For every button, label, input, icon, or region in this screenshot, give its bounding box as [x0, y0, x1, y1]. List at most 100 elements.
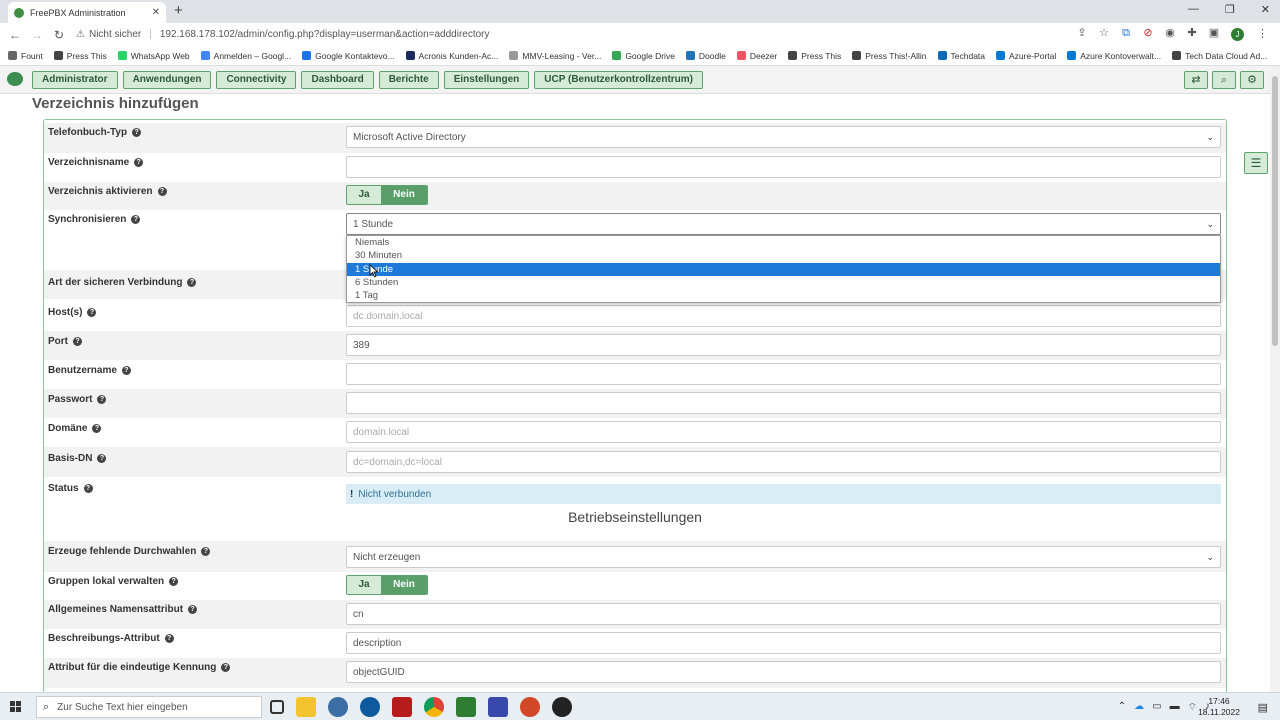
folder-tray-icon[interactable]: ▬ [1170, 701, 1180, 714]
close-tab-icon[interactable]: ✕ [152, 7, 160, 18]
puzzle-icon[interactable]: ✚ [1186, 27, 1198, 39]
freepbx-logo-icon[interactable] [7, 72, 23, 86]
page-scrollbar[interactable] [1270, 66, 1280, 692]
help-icon[interactable]: ? [188, 605, 198, 614]
close-window-icon[interactable]: ✕ [1261, 3, 1270, 16]
bookmark-item[interactable]: Azure-Portal [996, 51, 1056, 61]
bookmark-item[interactable]: Azure Kontoverwalt... [1067, 51, 1161, 61]
desc-attr-input[interactable]: description [346, 632, 1221, 654]
bookmark-item[interactable]: Doodle [685, 51, 726, 61]
reload-icon[interactable]: ↻ [48, 28, 70, 42]
nav-einstellungen[interactable]: Einstellungen [443, 71, 530, 89]
recorder-icon[interactable] [552, 697, 572, 717]
taskbar-search-input[interactable]: ⌕ Zur Suche Text hier eingeben [36, 696, 262, 718]
directory-enable-yes[interactable]: Ja [347, 186, 381, 204]
chrome-icon[interactable] [424, 697, 444, 717]
bookmark-item[interactable]: Fount [8, 51, 43, 61]
nav-ucp[interactable]: UCP (Benutzerkontrollzentrum) [534, 71, 703, 89]
create-missing-select[interactable]: Nicht erzeugen ⌄ [346, 546, 1221, 568]
bookmark-item[interactable]: MMV-Leasing - Ver... [509, 51, 601, 61]
help-icon[interactable]: ? [121, 366, 131, 375]
remote-desktop-icon[interactable] [488, 697, 508, 717]
help-icon[interactable]: ? [187, 278, 197, 287]
share-icon[interactable]: ⇪ [1076, 27, 1088, 39]
spreadsheet-icon[interactable] [456, 697, 476, 717]
nav-anwendungen[interactable]: Anwendungen [122, 71, 212, 89]
browser-tab[interactable]: FreePBX Administration ✕ [8, 2, 166, 23]
phonebook-type-select[interactable]: Microsoft Active Directory ⌄ [346, 126, 1221, 148]
help-icon[interactable]: ? [87, 308, 97, 317]
sync-option[interactable]: 1 Tag [347, 289, 1220, 302]
directory-name-input[interactable] [346, 156, 1221, 178]
new-tab-button[interactable]: + [174, 2, 183, 19]
scrollbar-thumb[interactable] [1272, 76, 1278, 346]
uid-attr-input[interactable]: objectGUID [346, 661, 1221, 683]
password-input[interactable] [346, 392, 1221, 414]
bookmark-item[interactable]: Acronis Kunden-Ac... [405, 51, 498, 61]
bookmark-item[interactable]: Anmelden – Googl... [200, 51, 291, 61]
browser-menu-icon[interactable]: ⋮ [1257, 27, 1268, 40]
help-icon[interactable]: ? [157, 187, 167, 196]
search-icon[interactable]: ⌕ [1212, 71, 1236, 89]
username-input[interactable] [346, 363, 1221, 385]
notification-icon[interactable]: ▤ [1258, 701, 1268, 714]
help-icon[interactable]: ? [164, 634, 174, 643]
teamviewer-icon[interactable] [360, 697, 380, 717]
groups-local-no[interactable]: Nein [381, 576, 427, 594]
base-dn-input[interactable]: dc=domain,dc=local [346, 451, 1221, 473]
stop-extension-icon[interactable]: ⊘ [1142, 27, 1154, 39]
url-input[interactable]: ⚠ Nicht sicher | 192.168.178.102/admin/c… [76, 25, 1076, 44]
help-icon[interactable]: ? [92, 424, 102, 433]
minimize-icon[interactable]: — [1188, 3, 1199, 16]
translate-icon[interactable]: ⧉ [1120, 27, 1132, 39]
taskbar-clock[interactable]: 17:46 18.11.2022 [1198, 696, 1240, 718]
bookmark-item[interactable]: Press This [788, 51, 841, 61]
chevron-up-icon[interactable]: ⌃ [1118, 701, 1126, 714]
maximize-icon[interactable]: ❐ [1225, 3, 1235, 16]
list-icon[interactable]: ☰ [1244, 152, 1268, 174]
forward-icon[interactable]: → [26, 28, 48, 42]
bookmark-item[interactable]: Techdata [937, 51, 985, 61]
bookmark-item[interactable]: WhatsApp Web [117, 51, 190, 61]
bookmark-item[interactable]: Deezer [736, 51, 777, 61]
nav-dashboard[interactable]: Dashboard [301, 71, 374, 89]
help-icon[interactable]: ? [73, 337, 82, 346]
powerpoint-icon[interactable] [520, 697, 540, 717]
help-icon[interactable]: ? [131, 215, 141, 224]
directory-enable-no[interactable]: Nein [381, 186, 427, 204]
port-input[interactable]: 389 [346, 334, 1221, 356]
help-icon[interactable]: ? [169, 577, 179, 586]
help-icon[interactable]: ? [97, 395, 107, 404]
app-icon[interactable] [392, 697, 412, 717]
network-icon[interactable]: ▭ [1152, 701, 1161, 714]
profile-avatar[interactable]: J [1231, 28, 1244, 41]
wifi-icon[interactable]: ⌔ [1188, 701, 1197, 714]
hosts-input[interactable]: dc.domain.local [346, 305, 1221, 327]
nav-berichte[interactable]: Berichte [378, 71, 439, 89]
cloud-icon[interactable]: ☁ [1134, 701, 1144, 714]
sync-option[interactable]: 1 Stunde [347, 262, 1220, 276]
help-icon[interactable]: ? [221, 663, 231, 672]
sync-option[interactable]: 6 Stunden [347, 276, 1220, 289]
sync-option[interactable]: Niemals [347, 236, 1220, 249]
sidepanel-icon[interactable]: ▣ [1208, 27, 1220, 39]
help-icon[interactable]: ? [134, 158, 144, 167]
file-explorer-icon[interactable] [296, 697, 316, 717]
groups-local-yes[interactable]: Ja [347, 576, 381, 594]
help-icon[interactable]: ? [201, 547, 211, 556]
bookmark-item[interactable]: Google Kontaktevo... [302, 51, 395, 61]
windows-start-icon[interactable] [10, 701, 22, 713]
help-icon[interactable]: ? [97, 454, 107, 463]
bookmark-item[interactable]: Press This [53, 51, 107, 61]
star-icon[interactable]: ☆ [1098, 27, 1110, 39]
bookmark-item[interactable]: Tech Data Cloud Ad... [1172, 51, 1267, 61]
gear-icon[interactable]: ⚙ [1240, 71, 1264, 89]
task-view-icon[interactable] [270, 700, 284, 714]
help-icon[interactable]: ? [83, 484, 93, 493]
domain-input[interactable]: domain.local [346, 421, 1221, 443]
bookmark-item[interactable]: Press This!-Allin [852, 51, 927, 61]
back-icon[interactable]: ← [4, 28, 26, 42]
nav-administrator[interactable]: Administrator [32, 71, 118, 89]
language-icon[interactable]: ⇄ [1184, 71, 1208, 89]
sync-select[interactable]: 1 Stunde ⌄ [346, 213, 1221, 235]
